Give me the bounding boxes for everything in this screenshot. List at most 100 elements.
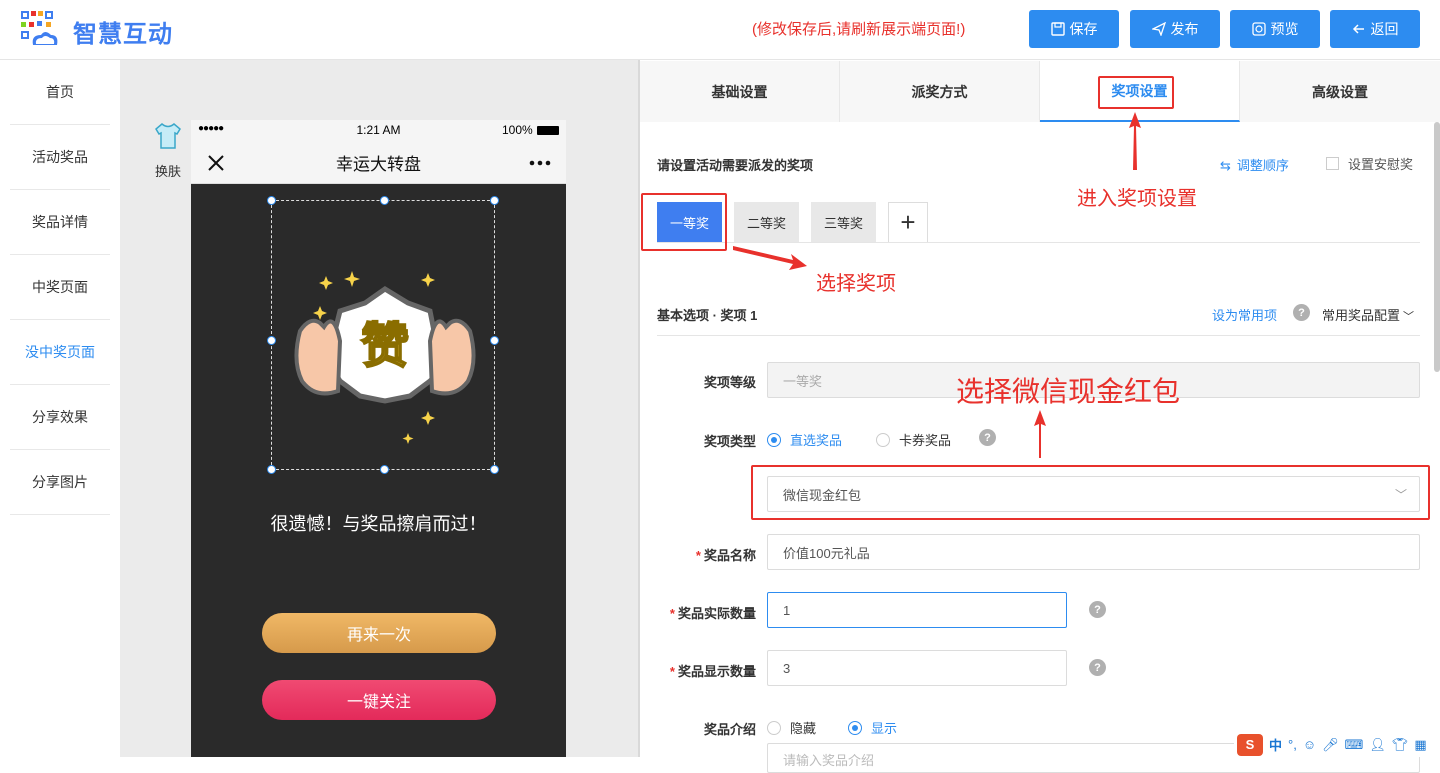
prize-tab-third[interactable]: 三等奖: [811, 202, 876, 242]
set-common-link[interactable]: 设为常用项: [1212, 305, 1277, 324]
retry-button[interactable]: 再来一次: [262, 613, 496, 653]
intro-option-show[interactable]: 显示: [848, 718, 897, 737]
resize-handle[interactable]: [267, 465, 276, 474]
actual-qty-label: * 奖品实际数量: [669, 606, 756, 621]
panel-divider: [638, 60, 640, 757]
radio-label: 卡券奖品: [899, 433, 952, 448]
type-option-coupon[interactable]: 卡券奖品: [876, 430, 951, 449]
help-icon[interactable]: ?: [979, 429, 996, 446]
save-icon: [1050, 22, 1065, 36]
tab-basic-settings[interactable]: 基础设置: [640, 61, 840, 122]
skin-button[interactable]: 换肤: [150, 122, 186, 180]
sticker-text: 赞: [360, 319, 410, 374]
sidebar: 首页 活动奖品 奖品详情 中奖页面 没中奖页面 分享效果 分享图片: [0, 60, 120, 757]
user-icon[interactable]: 👤︎: [1369, 737, 1386, 753]
sidebar-item-label: 没中奖页面: [25, 344, 95, 360]
type-option-direct[interactable]: 直选奖品: [767, 430, 842, 449]
arrow-up-annotation: [1034, 410, 1046, 458]
save-button[interactable]: 保存: [1029, 10, 1119, 48]
microphone-icon[interactable]: 🎤︎: [1322, 737, 1339, 753]
logo-icon: [21, 11, 58, 45]
sidebar-item-no-win-page[interactable]: 没中奖页面: [10, 320, 110, 385]
resize-handle[interactable]: [267, 336, 276, 345]
name-label: * 奖品名称: [695, 548, 756, 563]
preview-label: 预览: [1270, 21, 1299, 37]
publish-button[interactable]: 发布: [1130, 10, 1220, 48]
consolation-label: 设置安慰奖: [1348, 157, 1414, 172]
sidebar-item-home[interactable]: 首页: [10, 60, 110, 125]
sidebar-item-win-page[interactable]: 中奖页面: [10, 255, 110, 320]
level-label: 奖项等级: [703, 375, 756, 390]
back-label: 返回: [1370, 21, 1399, 37]
phone-preview: ●●●●● 1:21 AM 100% 幸运大转盘 赞 很遗憾！与奖品擦肩而过！ …: [191, 120, 566, 757]
annotation-enter-prize-settings: 进入奖项设置: [1077, 188, 1197, 210]
radio-button[interactable]: [848, 720, 862, 735]
sidebar-item-prize-details[interactable]: 奖品详情: [10, 190, 110, 255]
skin-icon[interactable]: 👕︎: [1392, 737, 1409, 753]
preview-button[interactable]: 预览: [1230, 10, 1320, 48]
sidebar-item-label: 首页: [46, 84, 74, 100]
phone-nav-title: 幸运大转盘: [336, 155, 421, 174]
annotation-box-subtype: [751, 465, 1430, 520]
help-icon[interactable]: ?: [1089, 659, 1106, 676]
scrollbar[interactable]: [1434, 122, 1440, 372]
battery-icon: [537, 126, 559, 135]
resize-handle[interactable]: [490, 196, 499, 205]
prize-name-input[interactable]: 价值100元礼品: [767, 534, 1420, 570]
back-button[interactable]: 返回: [1330, 10, 1420, 48]
sidebar-item-label: 奖品详情: [32, 214, 88, 230]
radio-button[interactable]: [876, 432, 890, 447]
common-config-label: 常用奖品配置: [1322, 308, 1401, 323]
reorder-link[interactable]: ⇆ 调整顺序: [1220, 155, 1289, 174]
tshirt-icon: [155, 123, 181, 149]
sogou-logo-icon[interactable]: S: [1237, 733, 1263, 756]
resize-handle[interactable]: [380, 196, 389, 205]
display-qty-input[interactable]: 3: [767, 650, 1067, 686]
checkbox[interactable]: [1326, 157, 1339, 170]
ime-language[interactable]: 中: [1269, 735, 1282, 754]
sidebar-item-label: 分享效果: [32, 409, 88, 425]
resize-handle[interactable]: [267, 196, 276, 205]
prize-tab-second[interactable]: 二等奖: [734, 202, 799, 242]
help-icon[interactable]: ?: [1089, 601, 1106, 618]
arrow-up-annotation: [1129, 112, 1141, 170]
tab-label: 派奖方式: [911, 83, 968, 100]
sidebar-item-share-image[interactable]: 分享图片: [10, 450, 110, 515]
arrow-left-icon: [1352, 24, 1364, 34]
radio-button[interactable]: [767, 432, 781, 447]
panel-title: 请设置活动需要派发的奖项: [657, 158, 814, 173]
save-label: 保存: [1069, 21, 1098, 37]
add-prize-button[interactable]: +: [888, 202, 928, 242]
common-config-dropdown[interactable]: 常用奖品配置 ﹀: [1322, 305, 1414, 324]
save-tip: (修改保存后,请刷新展示端页面!): [752, 21, 966, 38]
sidebar-item-label: 活动奖品: [32, 149, 88, 165]
tab-distribution[interactable]: 派奖方式: [840, 61, 1040, 122]
resize-handle[interactable]: [490, 336, 499, 345]
tab-label: 高级设置: [1312, 83, 1368, 100]
follow-button[interactable]: 一键关注: [262, 680, 496, 720]
image-selection-box[interactable]: 赞: [267, 196, 499, 474]
consolation-checkbox[interactable]: 设置安慰奖: [1326, 154, 1413, 173]
resize-handle[interactable]: [490, 465, 499, 474]
radio-label: 显示: [871, 721, 898, 736]
chevron-down-icon: ﹀: [1403, 311, 1415, 323]
more-icon[interactable]: [529, 160, 551, 166]
radio-button[interactable]: [767, 720, 781, 735]
tab-advanced[interactable]: 高级设置: [1240, 61, 1440, 122]
preview-icon: [1251, 22, 1266, 36]
annotation-box-prize-tabs: [641, 193, 727, 251]
ime-punctuation[interactable]: °,: [1288, 737, 1297, 752]
actual-qty-input[interactable]: 1: [767, 592, 1067, 628]
grid-icon[interactable]: ▦: [1414, 737, 1426, 753]
section-divider: [657, 335, 1420, 336]
annotation-select-wechat-cash: 选择微信现金红包: [956, 376, 1181, 407]
keyboard-icon[interactable]: ⌨: [1345, 737, 1364, 753]
intro-option-hide[interactable]: 隐藏: [767, 718, 816, 737]
resize-handle[interactable]: [380, 465, 389, 474]
help-icon[interactable]: ?: [1293, 304, 1310, 321]
reorder-label: 调整顺序: [1236, 158, 1289, 173]
radio-label: 隐藏: [790, 721, 817, 736]
emoji-icon[interactable]: ☺: [1303, 737, 1316, 752]
sidebar-item-share-effect[interactable]: 分享效果: [10, 385, 110, 450]
sidebar-item-activity-prizes[interactable]: 活动奖品: [10, 125, 110, 190]
